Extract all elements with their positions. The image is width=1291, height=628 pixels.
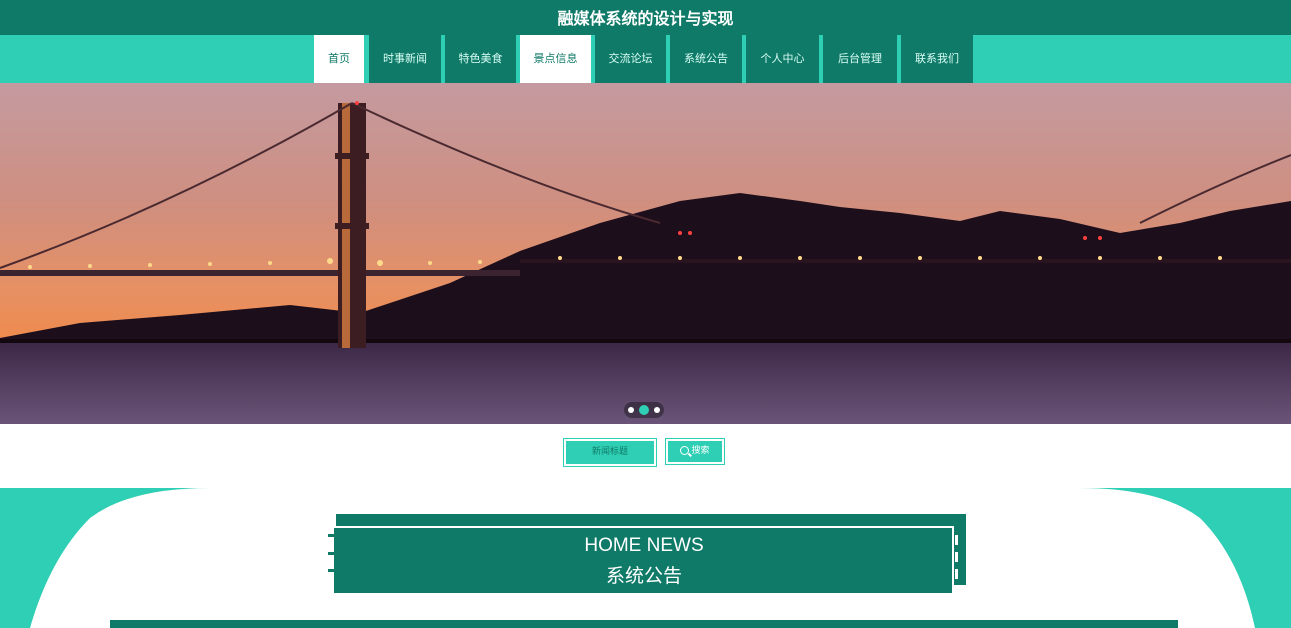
news-header-deco-bar <box>955 552 958 562</box>
news-list-top-border <box>110 620 1178 628</box>
bridge-sunset-image <box>0 83 1291 424</box>
nav-item-home[interactable]: 首页 <box>314 35 364 83</box>
carousel-dot-3[interactable] <box>654 407 660 413</box>
nav-item-food[interactable]: 特色美食 <box>445 35 516 83</box>
news-header-deco-bar <box>955 535 958 545</box>
banner-carousel[interactable] <box>0 83 1291 424</box>
nav-item-news[interactable]: 时事新闻 <box>369 35 441 83</box>
news-header-deco-bar <box>955 569 958 579</box>
main-nav: 首页 时事新闻 特色美食 景点信息 交流论坛 系统公告 个人中心 后台管理 联系… <box>0 35 1291 83</box>
nav-item-admin[interactable]: 后台管理 <box>823 35 897 83</box>
carousel-dot-1[interactable] <box>628 407 634 413</box>
nav-item-forum[interactable]: 交流论坛 <box>595 35 666 83</box>
section-title-en: HOME NEWS <box>584 535 704 556</box>
nav-item-attractions[interactable]: 景点信息 <box>520 35 591 83</box>
search-button-label: 搜索 <box>691 446 710 456</box>
nav-item-announcements[interactable]: 系统公告 <box>670 35 742 83</box>
carousel-dot-2[interactable] <box>639 405 649 415</box>
carousel-indicators <box>624 402 664 418</box>
top-header: 融媒体系统的设计与实现 <box>0 0 1291 35</box>
site-title: 融媒体系统的设计与实现 <box>557 9 734 28</box>
nav-item-personal-center[interactable]: 个人中心 <box>746 35 819 83</box>
nav-item-contact[interactable]: 联系我们 <box>901 35 973 83</box>
news-search-input[interactable]: 新闻标题 <box>563 438 657 467</box>
section-title-cn: 系统公告 <box>605 565 682 587</box>
search-button[interactable]: 搜索 <box>665 438 725 465</box>
search-icon <box>680 446 690 455</box>
